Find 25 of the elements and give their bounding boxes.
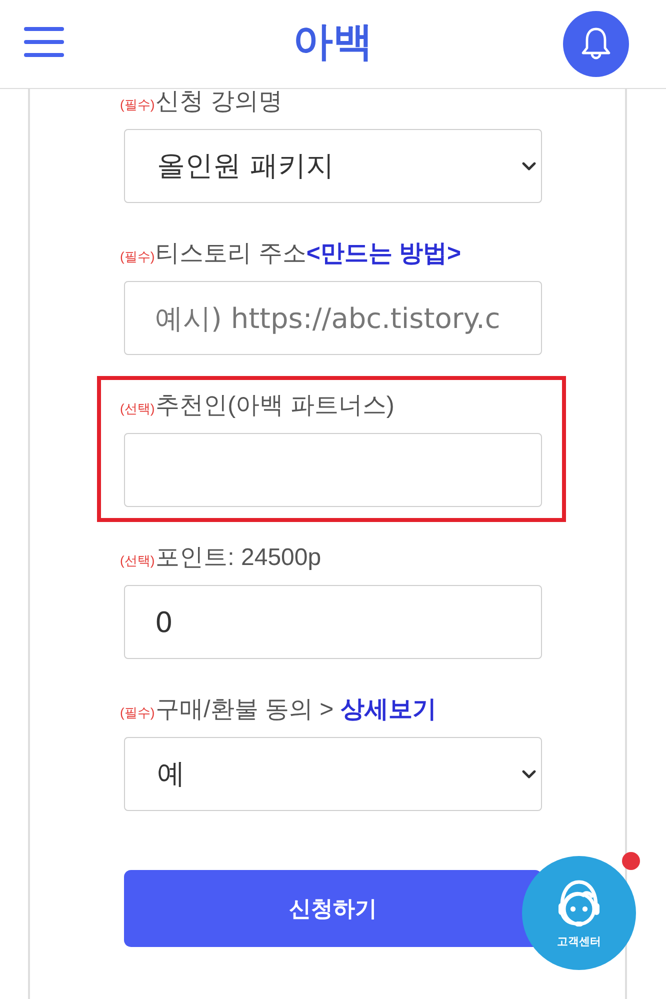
- field-tag: (필수): [120, 244, 155, 270]
- select-field[interactable]: 올인원 패키지: [124, 129, 542, 203]
- select-field[interactable]: 예: [124, 737, 542, 811]
- field-tag: (선택): [120, 548, 155, 574]
- bell-icon: [581, 27, 611, 61]
- field-tag: (필수): [120, 92, 155, 118]
- help-link[interactable]: <만드는 방법>: [306, 241, 462, 267]
- help-link[interactable]: 상세보기: [340, 697, 437, 723]
- menu-button[interactable]: [24, 27, 64, 57]
- chevron-down-icon: [522, 162, 536, 170]
- field-label: 구매/환불 동의 >: [156, 697, 334, 723]
- input-field[interactable]: [124, 433, 542, 507]
- field-label: 티스토리 주소: [156, 241, 306, 267]
- submit-button[interactable]: 신청하기: [124, 870, 542, 947]
- support-agent-icon: [557, 880, 601, 930]
- field-label: 추천인(아백 파트너스): [156, 393, 394, 419]
- field-tag: (선택): [120, 396, 155, 422]
- field-label: 포인트: 24500p: [156, 545, 322, 571]
- field-tag: (필수): [120, 700, 155, 726]
- chevron-down-icon: [522, 770, 536, 778]
- input-field[interactable]: 예시) https://abc.tistory.c: [124, 281, 542, 355]
- menu-icon: [24, 27, 64, 57]
- field-label: 신청 강의명: [156, 89, 282, 115]
- logo[interactable]: 아백: [293, 20, 373, 64]
- input-field[interactable]: 0: [124, 585, 542, 659]
